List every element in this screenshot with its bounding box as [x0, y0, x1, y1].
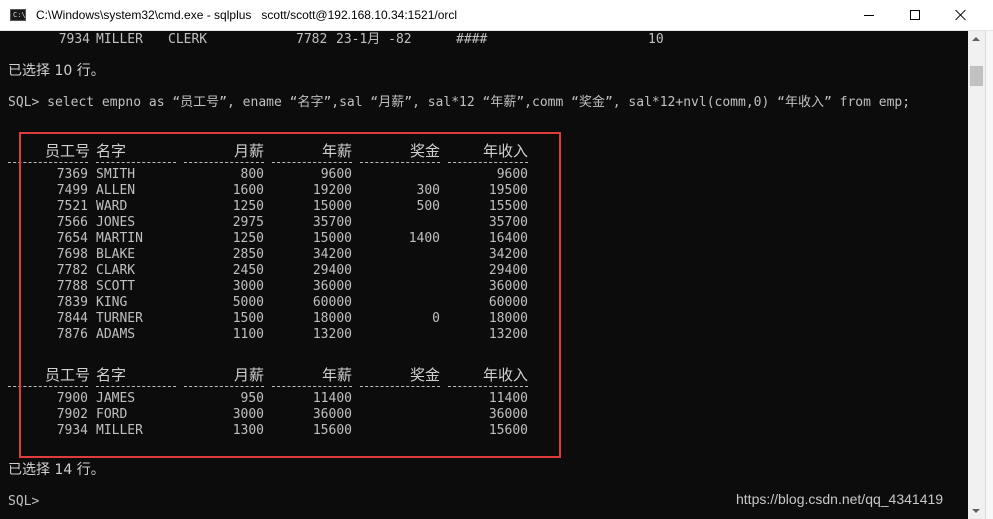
- title-bar: C:\ C:\Windows\system32\cmd.exe - sqlplu…: [0, 0, 993, 31]
- scroll-up-icon[interactable]: [968, 31, 985, 48]
- prev-job: CLERK: [168, 32, 208, 47]
- prev-hiredate: 23-1月 -82: [336, 32, 412, 47]
- prev-mgr: 7782: [296, 32, 328, 47]
- scroll-thumb[interactable]: [970, 66, 983, 86]
- maximize-icon: [910, 10, 920, 20]
- prev-empno: 7934: [58, 32, 90, 47]
- maximize-button[interactable]: [892, 0, 938, 30]
- sql-prompt[interactable]: SQL>: [8, 494, 39, 510]
- close-button[interactable]: [938, 0, 984, 30]
- console-output[interactable]: 7934 MILLER CLERK 7782 23-1月 -82 #### 10…: [0, 31, 968, 519]
- sql-command: SQL> select empno as “员工号”, ename “名字”,s…: [8, 95, 911, 110]
- window-title: C:\Windows\system32\cmd.exe - sqlplus sc…: [36, 8, 458, 22]
- result-status: 已选择 14 行。: [8, 462, 105, 478]
- prev-deptno: 10: [648, 32, 664, 47]
- cmd-icon: C:\: [10, 9, 26, 21]
- prev-ename: MILLER: [96, 32, 143, 47]
- highlight-box: [19, 132, 561, 458]
- prev-sal: ####: [456, 32, 488, 47]
- minimize-icon: [864, 14, 874, 16]
- minimize-button[interactable]: [846, 0, 892, 30]
- watermark: https://blog.csdn.net/qq_4341419: [736, 491, 944, 507]
- prev-status: 已选择 10 行。: [8, 63, 105, 79]
- close-icon: [955, 9, 967, 21]
- background-page: [985, 31, 993, 519]
- scroll-down-icon[interactable]: [968, 502, 985, 519]
- vertical-scrollbar[interactable]: [968, 31, 985, 519]
